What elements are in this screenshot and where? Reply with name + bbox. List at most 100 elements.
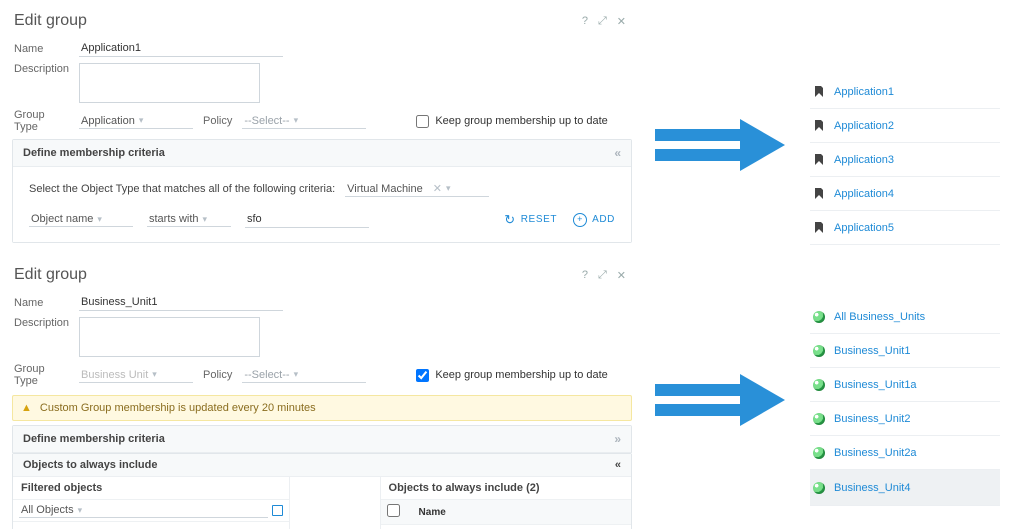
reset-icon: ↻ [504,212,516,228]
policy-label: Policy [203,115,232,127]
business-unit-label: Business_Unit2 [834,413,910,425]
group-type-label: Group Type [14,363,69,387]
name-input[interactable] [79,40,283,57]
business-unit-label: All Business_Units [834,311,925,323]
filtered-objects-header: Filtered objects [13,477,289,500]
application-label: Application5 [834,222,894,234]
plus-icon: + [573,213,587,227]
chevron-down-icon: ▾ [97,214,102,225]
arrow-icon [650,115,790,175]
application-list-item[interactable]: Application3 [810,143,1000,177]
help-icon[interactable]: ? [582,269,588,282]
business-unit-list-item[interactable]: Business_Unit4 [810,470,1000,506]
description-textarea[interactable] [79,317,260,357]
group-type-label: Group Type [14,109,69,133]
tag-icon [812,119,826,132]
criteria-section-header: Define membership criteria [23,147,165,159]
criteria-operator-select[interactable]: starts with▾ [147,212,231,227]
tag-icon [812,187,826,200]
globe-icon [812,345,826,357]
edit-group-panel-business-unit: Edit group ? ⤢ ✕ Name Description Group … [12,262,632,529]
chevron-down-icon: ▾ [152,369,157,380]
expand-section-icon[interactable]: » [614,432,621,446]
application-label: Application4 [834,188,894,200]
help-icon[interactable]: ? [582,15,588,28]
tag-icon [812,153,826,166]
filtered-objects-column: Filtered objects All Objects▾ ›Arctic SD… [13,477,290,529]
application-list-item[interactable]: Application1 [810,75,1000,109]
business-unit-list-item[interactable]: Business_Unit1 [810,334,1000,368]
globe-icon [812,447,826,459]
name-label: Name [14,43,69,55]
dialog-title: Edit group [14,266,87,284]
globe-icon [812,413,826,425]
include-table-header: Objects to always include (2) [381,477,631,500]
tag-icon [812,85,826,98]
keep-membership-checkbox[interactable]: Keep group membership up to date [416,115,607,128]
expand-icon[interactable]: ⤢ [598,15,607,28]
group-type-select[interactable]: Business Unit▾ [79,368,193,383]
description-textarea[interactable] [79,63,260,103]
business-units-result-list: All Business_Units Business_Unit1 Business… [810,300,1000,506]
object-type-select[interactable]: Virtual Machine ✕ ▾ [345,181,489,197]
business-unit-label: Business_Unit1 [834,345,910,357]
update-interval-warning: ▲ Custom Group membership is updated eve… [12,395,632,421]
close-icon[interactable]: ✕ [617,269,626,282]
business-unit-list-item[interactable]: Business_Unit2 [810,402,1000,436]
description-label: Description [14,63,69,75]
business-unit-list-item[interactable]: Business_Unit2a [810,436,1000,470]
reset-button[interactable]: ↻RESET [504,212,557,228]
include-table: Name Application3Application2 [381,500,631,529]
chevron-down-icon: ▾ [203,214,208,225]
name-column-header: Name [413,500,631,525]
criteria-prompt: Select the Object Type that matches all … [29,183,335,195]
expand-icon[interactable]: ⤢ [598,269,607,282]
policy-label: Policy [203,369,232,381]
chevron-down-icon: ▾ [139,115,144,126]
transfer-buttons-column: ADD > < REMOVE [290,477,381,529]
filter-select[interactable]: All Objects▾ [19,503,268,518]
application-list-item[interactable]: Application2 [810,109,1000,143]
tag-icon [812,221,826,234]
add-criteria-button[interactable]: +ADD [573,213,615,227]
close-icon[interactable]: ✕ [617,15,626,28]
warning-icon: ▲ [21,402,32,414]
edit-group-panel-application: Edit group ? ⤢ ✕ Name Description Group … [12,8,632,243]
business-unit-label: Business_Unit1a [834,379,917,391]
chevron-down-icon: ▾ [294,369,299,380]
globe-icon [812,311,826,323]
filter-settings-icon[interactable] [272,505,283,516]
name-label: Name [14,297,69,309]
policy-select[interactable]: --Select--▾ [242,368,366,383]
application-label: Application1 [834,86,894,98]
collapse-icon[interactable]: « [615,459,621,471]
applications-result-list: Application1 Application2 Application3 Appl… [810,75,1000,245]
chevron-down-icon: ▾ [446,183,451,194]
globe-icon [812,482,826,494]
application-list-item[interactable]: Application4 [810,177,1000,211]
application-label: Application2 [834,120,894,132]
chevron-down-icon: ▾ [78,505,83,516]
description-label: Description [14,317,69,329]
chevron-down-icon: ▾ [294,115,299,126]
arrow-icon [650,370,790,430]
policy-select[interactable]: --Select--▾ [242,114,366,129]
application-list-item[interactable]: Application5 [810,211,1000,245]
business-unit-list-item[interactable]: All Business_Units [810,300,1000,334]
include-list-column: Objects to always include (2) Name Appli… [381,477,631,529]
name-input[interactable] [79,294,283,311]
keep-membership-checkbox[interactable]: Keep group membership up to date [416,369,607,382]
business-unit-label: Business_Unit2a [834,447,917,459]
collapse-icon[interactable]: « [614,146,621,160]
select-all-checkbox[interactable] [387,504,400,517]
group-type-select[interactable]: Application▾ [79,114,193,129]
include-table-row[interactable]: Application3 [381,525,631,529]
criteria-value-input[interactable] [245,211,369,228]
application-label: Application3 [834,154,894,166]
adapter-tree[interactable]: ›Arctic SDDC Discovery Adapter›AWS›Azure… [13,522,289,529]
criteria-property-select[interactable]: Object name▾ [29,212,133,227]
criteria-section-header: Define membership criteria [23,433,165,445]
business-unit-list-item[interactable]: Business_Unit1a [810,368,1000,402]
clear-icon[interactable]: ✕ [433,182,442,195]
dialog-title: Edit group [14,12,87,30]
